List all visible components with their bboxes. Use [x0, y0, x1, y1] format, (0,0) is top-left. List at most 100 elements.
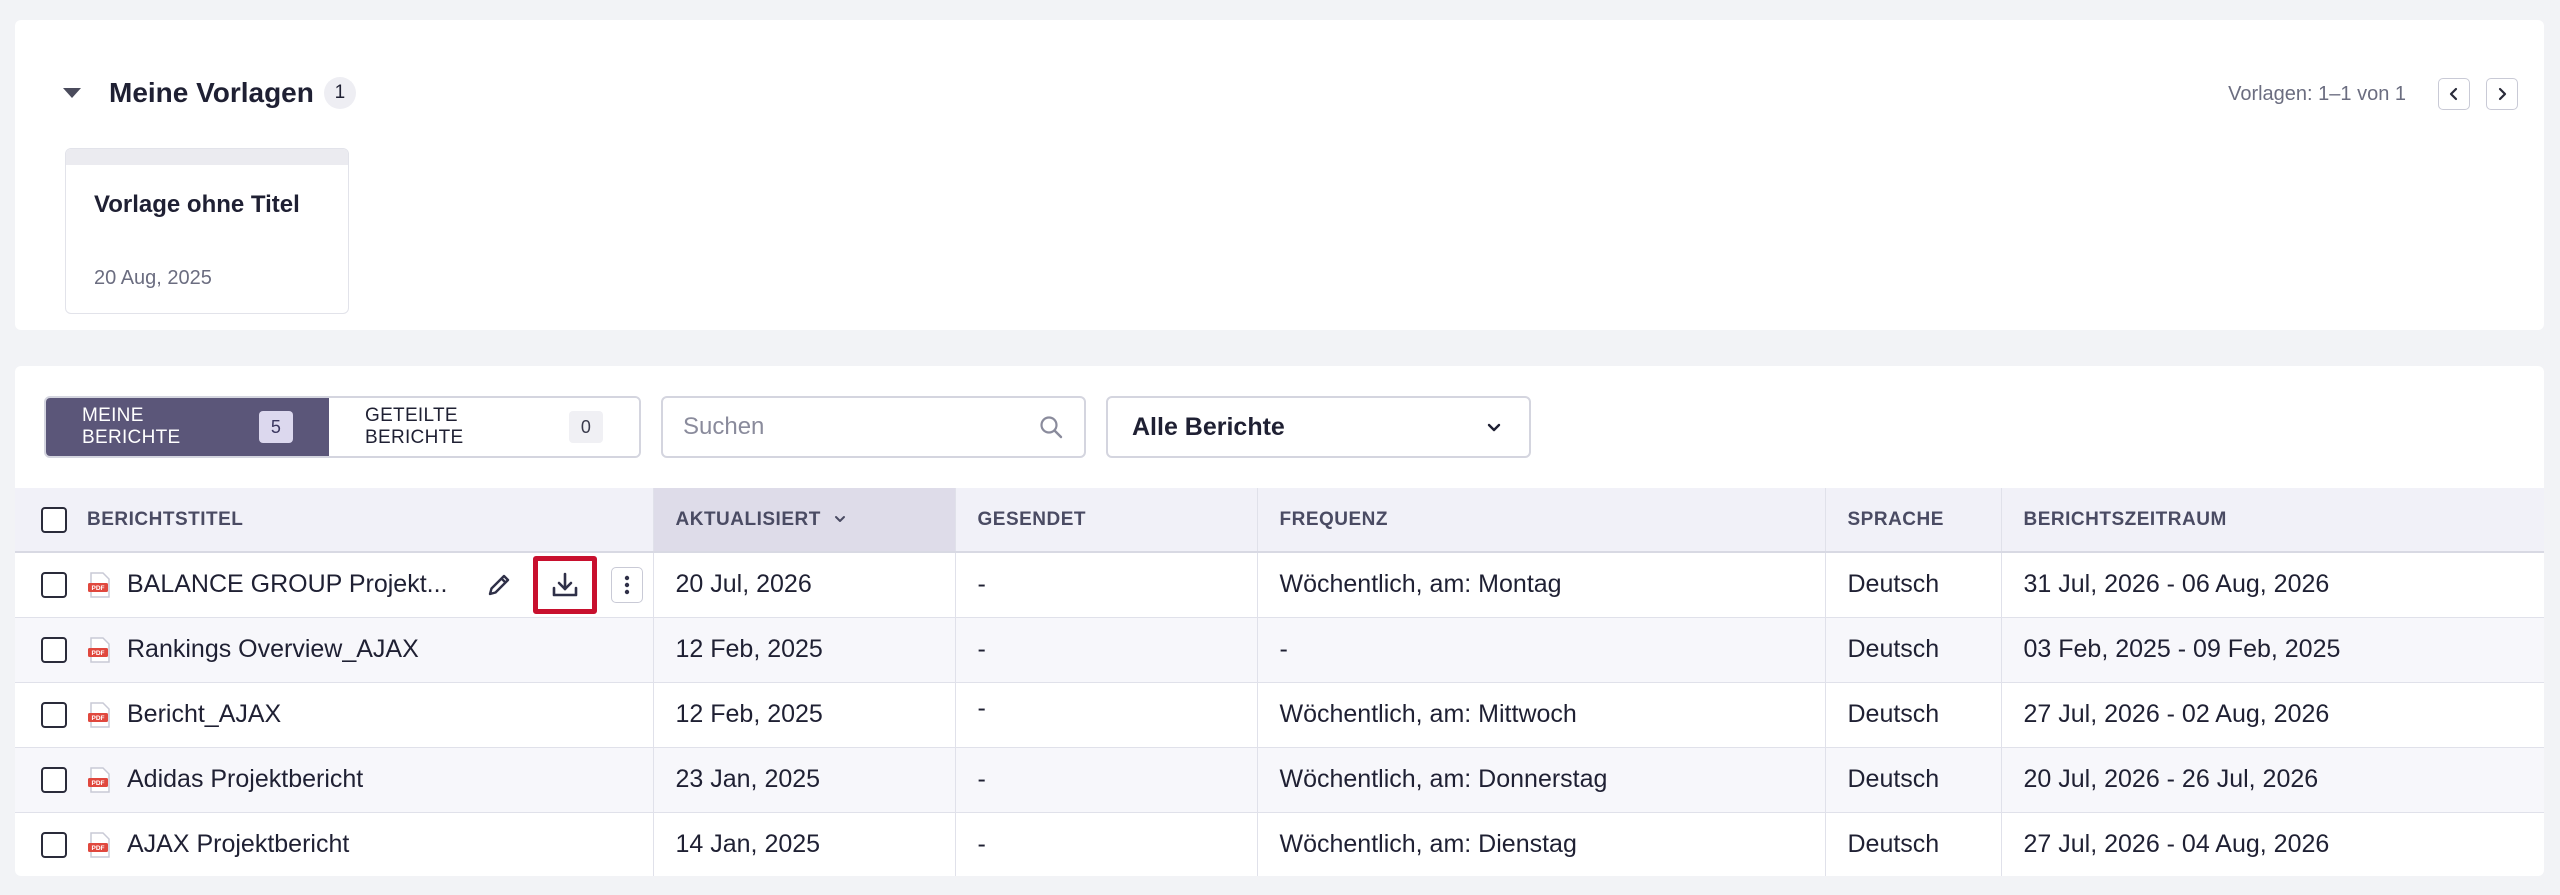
reports-table: BERICHTSTITEL AKTUALISIERT GESENDET FREQ… — [15, 488, 2544, 876]
cell-sent: - — [955, 682, 1258, 748]
svg-text:PDF: PDF — [92, 715, 105, 722]
pager-prev-button[interactable] — [2438, 78, 2470, 110]
cell-language: Deutsch — [1825, 682, 2002, 748]
column-header-frequency[interactable]: FREQUENZ — [1257, 488, 1826, 553]
column-header-label: AKTUALISIERT — [675, 508, 821, 530]
cell-sent: - — [955, 812, 1258, 876]
pdf-file-icon: PDF — [88, 572, 110, 598]
more-actions-button[interactable] — [610, 566, 643, 603]
cell-period: 27 Jul, 2026 - 02 Aug, 2026 — [2001, 682, 2544, 748]
template-card-preview — [66, 149, 348, 165]
cell-frequency: - — [1257, 617, 1826, 683]
chevron-left-icon — [2449, 87, 2458, 101]
cell-period: 20 Jul, 2026 - 26 Jul, 2026 — [2001, 747, 2544, 813]
templates-title: Meine Vorlagen — [109, 77, 314, 108]
column-header-updated[interactable]: AKTUALISIERT — [653, 488, 956, 553]
tab-count-badge: 5 — [259, 411, 293, 443]
cell-updated: 12 Feb, 2025 — [653, 617, 956, 683]
table-header-row: BERICHTSTITEL AKTUALISIERT GESENDET FREQ… — [15, 488, 2544, 553]
templates-pager: Vorlagen: 1–1 von 1 — [2228, 78, 2518, 110]
cell-updated: 20 Jul, 2026 — [653, 552, 956, 618]
table-row[interactable]: PDF AJAX Projektbericht 14 Jan, 2025 - W… — [15, 812, 2544, 876]
row-actions — [481, 555, 643, 614]
cell-title: PDF AJAX Projektbericht — [15, 812, 654, 876]
svg-text:PDF: PDF — [92, 845, 105, 852]
cell-sent: - — [955, 617, 1258, 683]
table-row[interactable]: PDF Rankings Overview_AJAX 12 Feb, 2025 … — [15, 617, 2544, 683]
cell-updated: 12 Feb, 2025 — [653, 682, 956, 748]
cell-updated: 14 Jan, 2025 — [653, 812, 956, 876]
cell-frequency: Wöchentlich, am: Montag — [1257, 552, 1826, 618]
cell-period: 03 Feb, 2025 - 09 Feb, 2025 — [2001, 617, 2544, 683]
templates-count-badge: 1 — [323, 77, 356, 109]
svg-text:PDF: PDF — [92, 650, 105, 657]
cell-frequency: Wöchentlich, am: Mittwoch — [1257, 682, 1826, 748]
reports-toolbar: MEINE BERICHTE 5 GETEILTE BERICHTE 0 All… — [44, 396, 1531, 458]
reports-tab-switch: MEINE BERICHTE 5 GETEILTE BERICHTE 0 — [44, 396, 641, 458]
tab-label: MEINE BERICHTE — [82, 405, 181, 448]
column-header-period[interactable]: BERICHTSZEITRAUM — [2001, 488, 2544, 553]
cell-language: Deutsch — [1825, 812, 2002, 876]
template-card-date: 20 Aug, 2025 — [94, 267, 212, 289]
tab-shared-reports[interactable]: GETEILTE BERICHTE 0 — [329, 398, 639, 456]
cell-sent: - — [955, 747, 1258, 813]
table-row[interactable]: PDF Bericht_AJAX 12 Feb, 2025 - Wöchentl… — [15, 682, 2544, 748]
svg-text:PDF: PDF — [92, 585, 105, 592]
row-checkbox[interactable] — [41, 701, 67, 728]
table-row[interactable]: PDF Adidas Projektbericht 23 Jan, 2025 -… — [15, 747, 2544, 813]
report-title[interactable]: Rankings Overview_AJAX — [127, 635, 419, 664]
cell-frequency: Wöchentlich, am: Donnerstag — [1257, 747, 1826, 813]
pdf-file-icon: PDF — [88, 701, 110, 728]
row-checkbox[interactable] — [41, 571, 67, 598]
search-input[interactable] — [683, 413, 1038, 441]
chevron-right-icon — [2498, 87, 2507, 101]
row-checkbox[interactable] — [41, 766, 67, 793]
tab-my-reports[interactable]: MEINE BERICHTE 5 — [46, 398, 329, 456]
column-header-label: BERICHTSTITEL — [87, 508, 244, 530]
cell-language: Deutsch — [1825, 617, 2002, 683]
svg-text:PDF: PDF — [92, 780, 105, 787]
report-filter-select[interactable]: Alle Berichte — [1106, 396, 1531, 458]
cell-frequency: Wöchentlich, am: Dienstag — [1257, 812, 1826, 876]
templates-header[interactable]: Meine Vorlagen 1 — [63, 72, 356, 114]
template-card-name: Vorlage ohne Titel — [94, 191, 300, 218]
sent-value: - — [977, 694, 986, 722]
cell-updated: 23 Jan, 2025 — [653, 747, 956, 813]
pdf-file-icon: PDF — [88, 831, 110, 858]
download-icon — [552, 572, 577, 597]
cell-language: Deutsch — [1825, 747, 2002, 813]
column-header-title: BERICHTSTITEL — [15, 488, 654, 553]
reports-section: MEINE BERICHTE 5 GETEILTE BERICHTE 0 All… — [15, 366, 2544, 876]
column-header-sent[interactable]: GESENDET — [955, 488, 1258, 553]
sort-desc-icon — [834, 516, 845, 523]
search-icon[interactable] — [1038, 414, 1064, 440]
report-title[interactable]: BALANCE GROUP Projekt... — [127, 570, 447, 599]
report-title[interactable]: Adidas Projektbericht — [127, 765, 363, 794]
pencil-icon — [488, 574, 509, 595]
cell-language: Deutsch — [1825, 552, 2002, 618]
cell-title: PDF Adidas Projektbericht — [15, 747, 654, 813]
tab-label: GETEILTE BERICHTE — [365, 405, 464, 448]
tab-count-badge: 0 — [569, 411, 603, 443]
cell-sent: - — [955, 552, 1258, 618]
row-checkbox[interactable] — [41, 636, 67, 663]
template-card[interactable]: Vorlage ohne Titel 20 Aug, 2025 — [65, 148, 349, 314]
cell-period: 27 Jul, 2026 - 04 Aug, 2026 — [2001, 812, 2544, 876]
caret-down-icon[interactable] — [63, 88, 81, 98]
templates-section: Meine Vorlagen 1 Vorlagen: 1–1 von 1 Vor… — [15, 20, 2544, 330]
cell-title: PDF BALANCE GROUP Projekt... — [15, 552, 654, 618]
pager-next-button[interactable] — [2486, 78, 2518, 110]
pdf-file-icon: PDF — [88, 766, 110, 793]
cell-period: 31 Jul, 2026 - 06 Aug, 2026 — [2001, 552, 2544, 618]
edit-button[interactable] — [481, 567, 517, 603]
report-title[interactable]: Bericht_AJAX — [127, 700, 281, 729]
table-row[interactable]: PDF BALANCE GROUP Projekt... 20 Jul, 202… — [15, 552, 2544, 618]
column-header-language[interactable]: SPRACHE — [1825, 488, 2002, 553]
cell-title: PDF Rankings Overview_AJAX — [15, 617, 654, 683]
row-checkbox[interactable] — [41, 831, 67, 858]
select-all-checkbox[interactable] — [41, 506, 67, 533]
download-button[interactable] — [532, 555, 597, 614]
cell-title: PDF Bericht_AJAX — [15, 682, 654, 748]
pager-text: Vorlagen: 1–1 von 1 — [2228, 82, 2406, 105]
report-title[interactable]: AJAX Projektbericht — [127, 830, 349, 859]
